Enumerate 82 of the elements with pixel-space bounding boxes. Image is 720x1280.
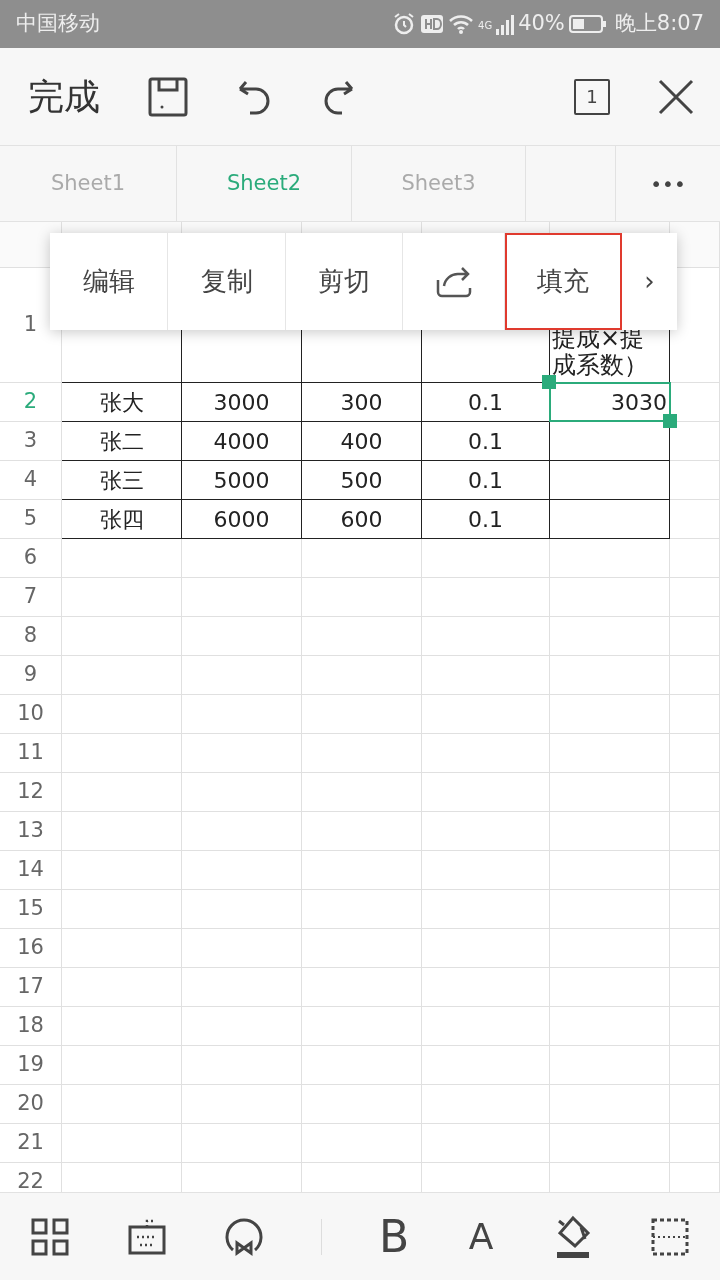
table-cell: 0.1	[422, 422, 550, 461]
menu-item[interactable]: 填充	[505, 233, 622, 330]
row-number[interactable]: 7	[0, 578, 62, 617]
table-cell: 张三	[62, 461, 182, 500]
table-cell: 500	[302, 461, 422, 500]
table-cell	[670, 812, 720, 851]
undo-icon[interactable]	[236, 78, 272, 115]
table-cell: 张四	[62, 500, 182, 539]
more-button[interactable]: •••	[616, 146, 720, 221]
table-cell	[670, 773, 720, 812]
table-cell	[670, 461, 720, 500]
close-icon[interactable]	[658, 78, 694, 115]
table-cell: 3000	[182, 383, 302, 422]
battery-percent: 40%	[518, 10, 565, 38]
row-number[interactable]: 3	[0, 422, 62, 461]
table-cell	[670, 1085, 720, 1124]
carrier-name: 中国移动	[16, 10, 100, 38]
row-number[interactable]: 12	[0, 773, 62, 812]
table-cell	[670, 539, 720, 578]
table-cell: 300	[302, 383, 422, 422]
row-number[interactable]: 8	[0, 617, 62, 656]
table-cell	[670, 929, 720, 968]
table-cell	[670, 734, 720, 773]
sheet-count-button[interactable]: 1	[574, 78, 610, 115]
hd-icon	[420, 13, 444, 35]
row-number[interactable]: 15	[0, 890, 62, 929]
table-cell	[670, 1007, 720, 1046]
row-number[interactable]: 4	[0, 461, 62, 500]
table-cell	[670, 695, 720, 734]
table-cell	[670, 1046, 720, 1085]
row-number[interactable]: 5	[0, 500, 62, 539]
table-cell	[670, 578, 720, 617]
selection-handle[interactable]	[542, 375, 556, 389]
face-icon[interactable]	[223, 1216, 264, 1257]
row-number[interactable]: 13	[0, 812, 62, 851]
signal-icon	[496, 13, 515, 35]
table-cell: 张大	[62, 383, 182, 422]
table-cell	[670, 1124, 720, 1163]
border-icon[interactable]	[649, 1216, 690, 1257]
alarm-icon	[392, 12, 416, 36]
table-cell	[670, 656, 720, 695]
table-cell: 0.1	[422, 461, 550, 500]
save-icon[interactable]	[148, 76, 188, 117]
battery-icon	[568, 14, 607, 34]
row-number[interactable]: 18	[0, 1007, 62, 1046]
share-icon	[435, 265, 472, 298]
row-number[interactable]: 6	[0, 539, 62, 578]
row-number[interactable]: 2	[0, 383, 62, 422]
menu-item[interactable]: 复制	[168, 233, 286, 330]
bold-button[interactable]: B	[378, 1214, 410, 1259]
apps-icon[interactable]	[30, 1216, 70, 1257]
table-cell: 4000	[182, 422, 302, 461]
share-button[interactable]	[403, 233, 505, 330]
table-cell	[670, 890, 720, 929]
wifi-icon	[448, 13, 474, 35]
table-cell: 5000	[182, 461, 302, 500]
row-number[interactable]: 17	[0, 968, 62, 1007]
table-cell: 张二	[62, 422, 182, 461]
row-number[interactable]: 21	[0, 1124, 62, 1163]
row-number[interactable]: 10	[0, 695, 62, 734]
table-cell	[670, 968, 720, 1007]
table-cell	[670, 617, 720, 656]
row-number[interactable]: 11	[0, 734, 62, 773]
table-cell: 0.1	[422, 500, 550, 539]
menu-item[interactable]: 编辑	[50, 233, 168, 330]
table-cell: 400	[302, 422, 422, 461]
menu-item[interactable]: 剪切	[286, 233, 403, 330]
selection-handle[interactable]	[663, 414, 677, 428]
row-number[interactable]: 14	[0, 851, 62, 890]
table-cell	[670, 851, 720, 890]
clock-time: 晚上8:07	[614, 10, 704, 38]
row-number[interactable]: 20	[0, 1085, 62, 1124]
row-number[interactable]: 9	[0, 656, 62, 695]
table-cell: 6000	[182, 500, 302, 539]
row-number[interactable]: 16	[0, 929, 62, 968]
table-cell	[670, 500, 720, 539]
table-cell: 600	[302, 500, 422, 539]
next-button[interactable]: ›	[622, 233, 677, 330]
row-number[interactable]: 19	[0, 1046, 62, 1085]
network-label: 4G	[478, 19, 493, 34]
done-button[interactable]: 完成	[28, 69, 100, 124]
font-color-button[interactable]: A	[466, 1218, 497, 1255]
